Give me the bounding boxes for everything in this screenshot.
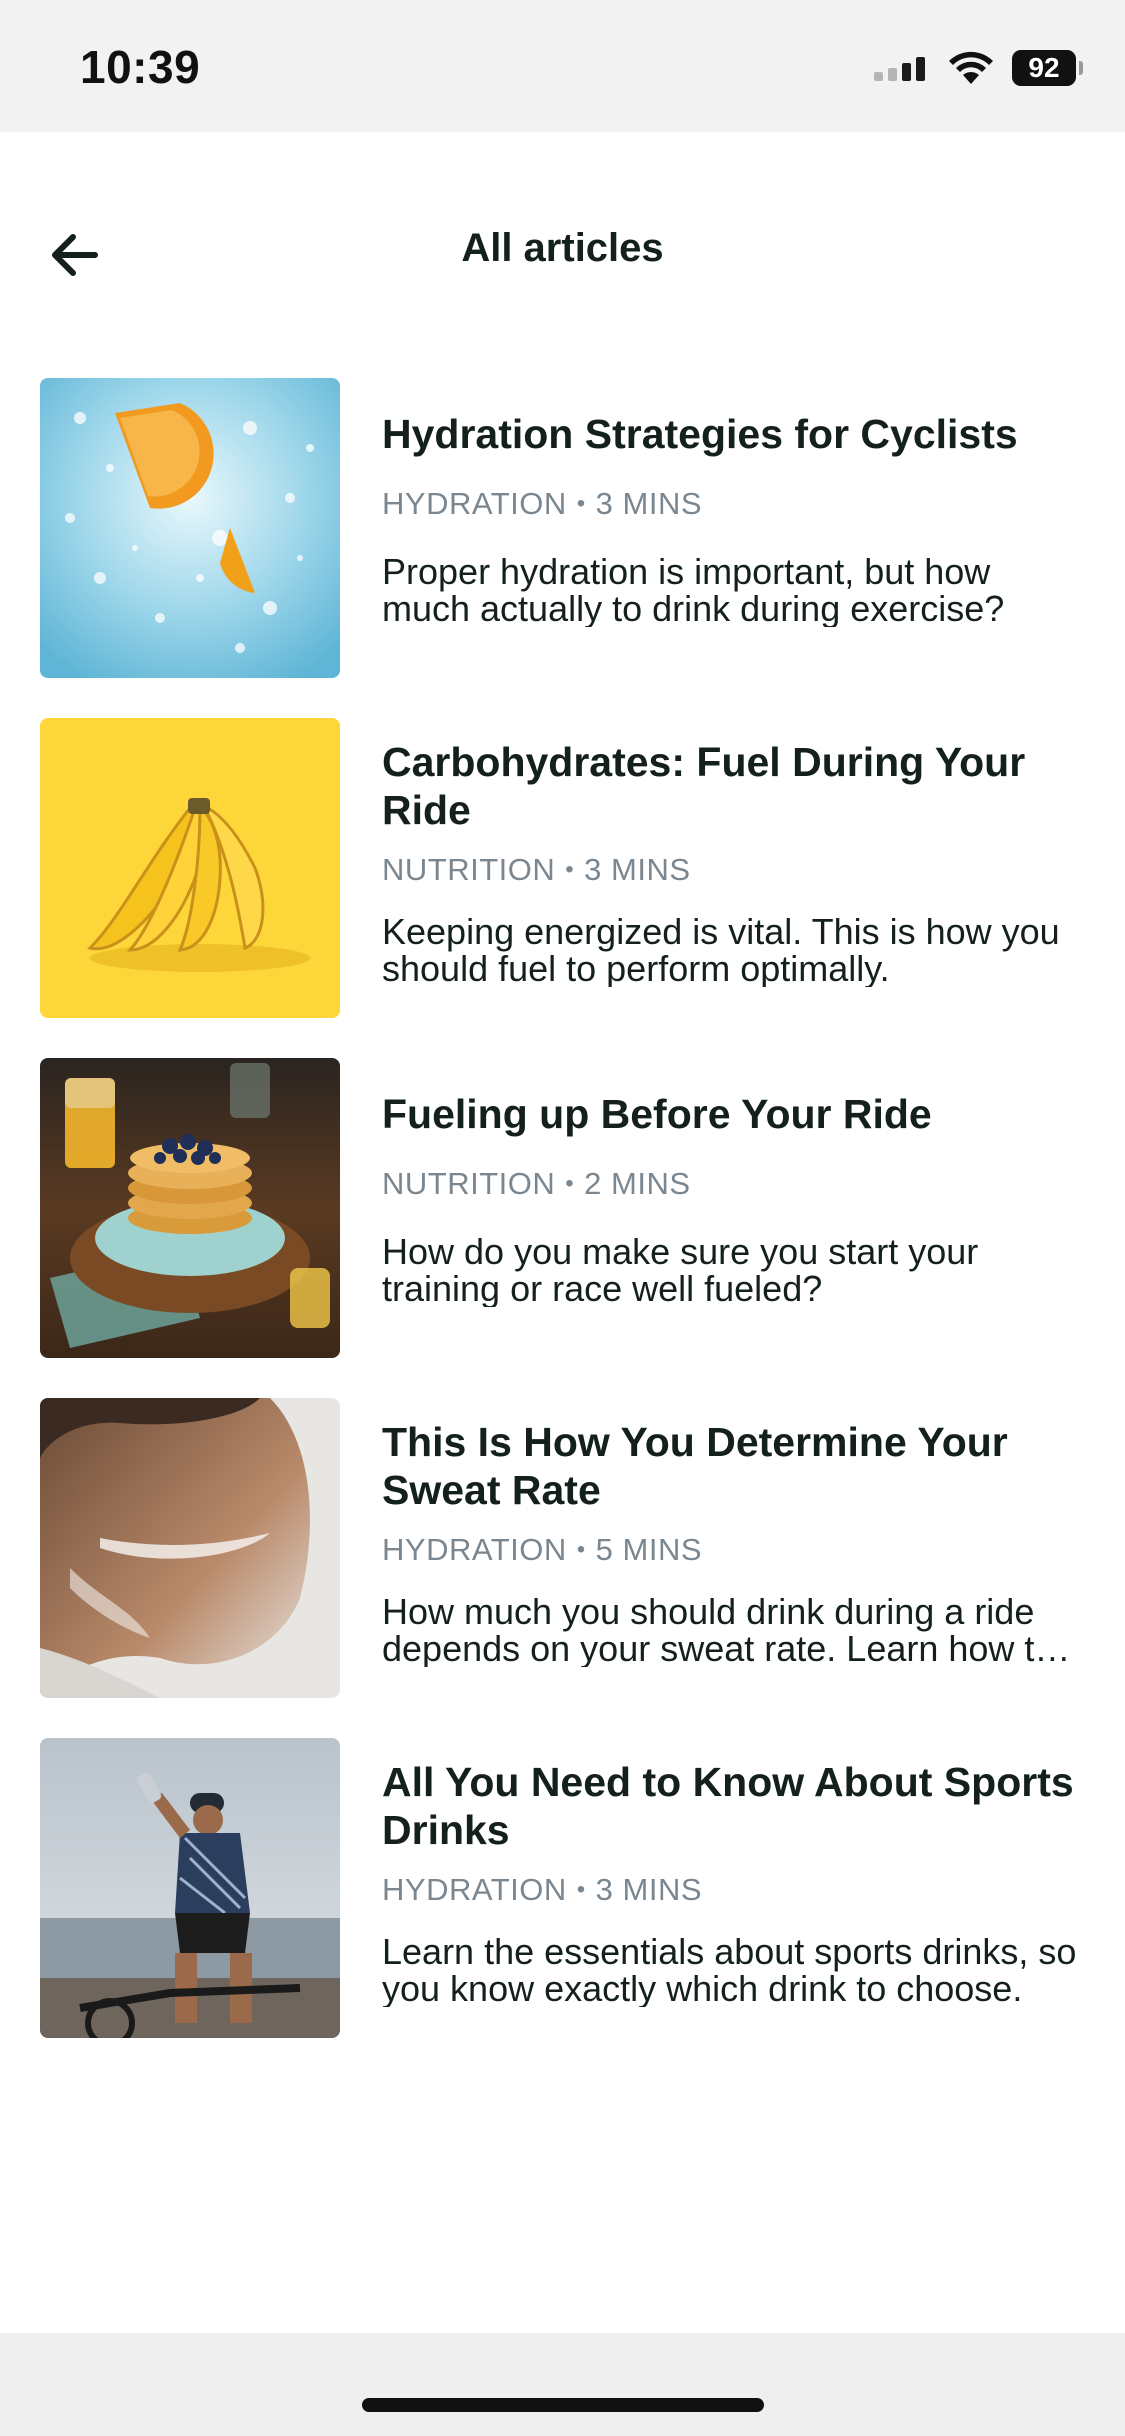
article-text: Hydration Strategies for Cyclists HYDRAT… (382, 378, 1082, 627)
article-title: Carbohydrates: Fuel During Your Ride (382, 739, 1026, 833)
home-indicator-area (0, 2333, 1125, 2436)
battery-icon: 92 (1012, 50, 1083, 86)
article-card-hydration-strategies[interactable]: Hydration Strategies for Cyclists HYDRAT… (40, 378, 1085, 678)
article-text: Carbohydrates: Fuel During Your Ride NUT… (382, 718, 1082, 987)
article-text: All You Need to Know About Sports Drinks… (382, 1738, 1082, 2007)
article-meta: HYDRATION • 3 MINS (382, 1872, 703, 1907)
header: All articles (0, 132, 1125, 372)
bananas-on-yellow-photo (40, 718, 340, 1018)
orange-slices-in-water-photo (40, 378, 340, 678)
battery-nub (1079, 61, 1083, 75)
article-card-carbohydrates[interactable]: Carbohydrates: Fuel During Your Ride NUT… (40, 718, 1085, 1018)
sweating-face-photo (40, 1398, 340, 1698)
article-category: HYDRATION (382, 486, 567, 521)
article-excerpt: How do you make sure you start your trai… (382, 1233, 979, 1307)
article-card-sweat-rate[interactable]: This Is How You Determine Your Sweat Rat… (40, 1398, 1085, 1698)
status-bar: 10:39 92 (0, 0, 1125, 132)
article-meta: NUTRITION • 2 MINS (382, 1166, 691, 1201)
article-duration: 3 MINS (595, 1872, 703, 1907)
article-title: Fueling up Before Your Ride (382, 1091, 932, 1137)
article-card-fueling-up[interactable]: Fueling up Before Your Ride NUTRITION • 2 … (40, 1058, 1085, 1358)
cyclist-drinking-photo (40, 1738, 340, 2038)
status-icons: 92 (874, 48, 1083, 88)
article-list: Hydration Strategies for Cyclists HYDRAT… (40, 378, 1085, 2038)
article-title: Hydration Strategies for Cyclists (382, 411, 1018, 457)
article-duration: 3 MINS (595, 486, 703, 521)
home-indicator[interactable] (362, 2398, 764, 2412)
article-category: NUTRITION (382, 1166, 556, 1201)
wifi-icon (949, 51, 993, 84)
article-category: HYDRATION (382, 1532, 567, 1567)
article-category: NUTRITION (382, 852, 556, 887)
status-time: 10:39 (80, 41, 201, 93)
article-card-sports-drinks[interactable]: All You Need to Know About Sports Drinks… (40, 1738, 1085, 2038)
page-title: All articles (461, 226, 664, 270)
pancakes-with-blueberries-photo (40, 1058, 340, 1358)
article-meta: NUTRITION • 3 MINS (382, 852, 691, 887)
article-title: This Is How You Determine Your Sweat Rat… (382, 1419, 1008, 1513)
article-excerpt: How much you should drink during a ride … (382, 1593, 1055, 1667)
article-excerpt: Proper hydration is important, but how m… (382, 553, 1005, 627)
article-category: HYDRATION (382, 1872, 567, 1907)
article-text: This Is How You Determine Your Sweat Rat… (382, 1398, 1082, 1667)
article-text: Fueling up Before Your Ride NUTRITION • 2 … (382, 1058, 1082, 1307)
battery-level: 92 (1012, 50, 1076, 86)
article-meta: HYDRATION • 3 MINS (382, 486, 703, 521)
article-duration: 2 MINS (584, 1166, 691, 1201)
article-duration: 3 MINS (584, 852, 691, 887)
article-meta: HYDRATION • 5 MINS (382, 1532, 703, 1567)
article-duration: 5 MINS (595, 1532, 703, 1567)
article-title: All You Need to Know About Sports Drinks (382, 1759, 1074, 1853)
cellular-signal-icon (874, 57, 925, 81)
article-excerpt: Keeping energized is vital. This is how … (382, 913, 1060, 987)
article-excerpt: Learn the essentials about sports drinks… (382, 1933, 1077, 2007)
